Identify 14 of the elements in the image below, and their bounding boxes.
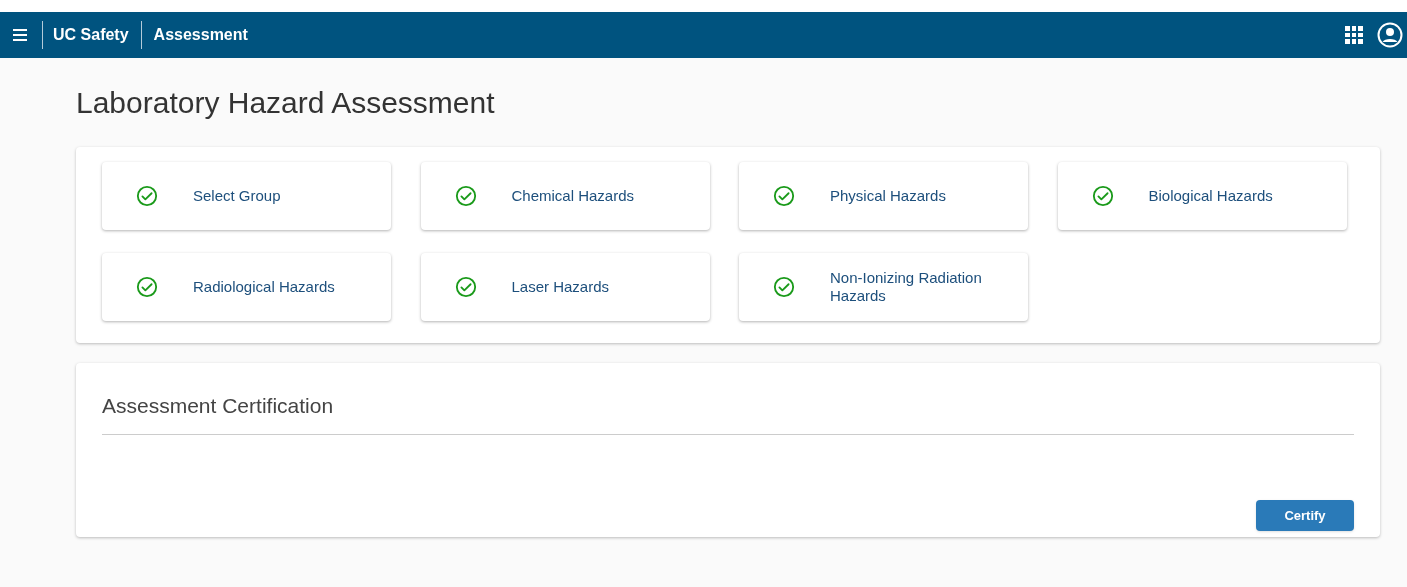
app-name[interactable]: UC Safety [53,23,129,47]
category-tile[interactable]: Laser Hazards [420,253,710,321]
category-tile[interactable]: Radiological Hazards [102,253,391,321]
user-account-icon[interactable] [1377,22,1403,48]
apps-grid-icon[interactable] [1343,24,1365,46]
category-tile[interactable]: Select Group [102,162,391,230]
category-tile[interactable]: Non-Ionizing Radiation Hazards [739,253,1028,321]
certify-button[interactable]: Certify [1256,500,1354,531]
page-title: Laboratory Hazard Assessment [76,85,496,121]
certification-title: Assessment Certification [102,390,1354,435]
section-title: Assessment [153,25,248,45]
category-tile[interactable]: Physical Hazards [739,162,1028,230]
category-tile[interactable]: Chemical Hazards [420,162,710,230]
category-tile[interactable]: Biological Hazards [1057,162,1347,230]
